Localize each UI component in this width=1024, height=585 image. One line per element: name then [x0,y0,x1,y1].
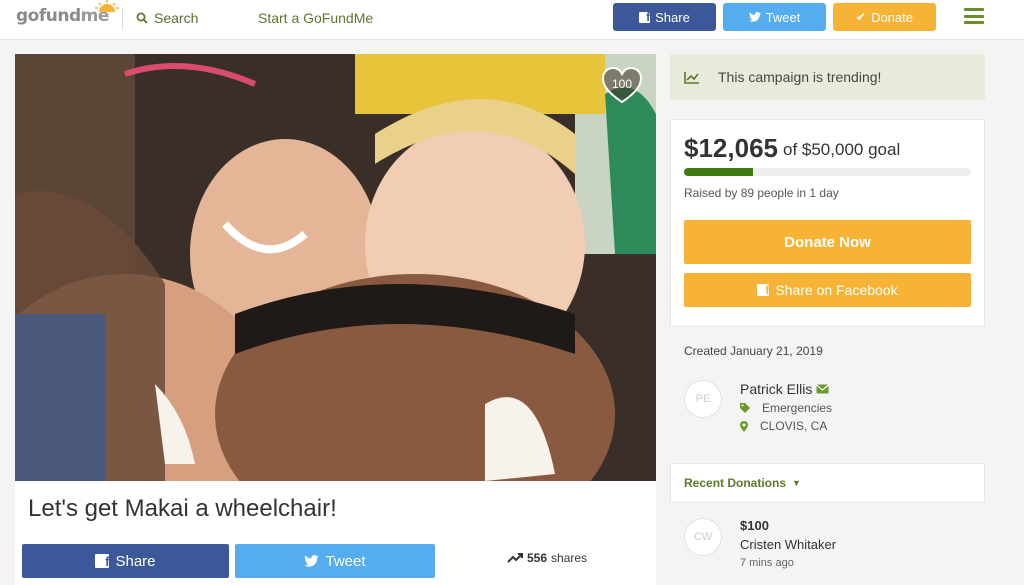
twitter-icon [304,555,320,567]
heart-count: 100 [611,77,633,91]
organizer-name[interactable]: Patrick Ellis [740,381,812,397]
share-on-facebook-button[interactable]: f Share on Facebook [684,273,971,307]
organizer-avatar: PE [684,380,722,418]
start-gofundme-link[interactable]: Start a GoFundMe [258,10,373,26]
search-link[interactable]: Search [136,10,198,26]
donor-avatar: CW [684,518,722,556]
donation-amount: $100 [740,518,769,533]
checkmark-icon: ✔ [856,10,867,24]
share-row: f Share Tweet 556 shares [15,535,656,585]
trend-chart-icon [684,71,699,84]
progress-bar-fill [684,168,754,176]
search-label: Search [154,10,199,26]
hamburger-menu-icon[interactable] [964,8,984,24]
shares-number: 556 [527,551,548,565]
caret-down-icon: ▼ [792,478,801,488]
header-tweet-label: Tweet [765,9,801,25]
header-tweet-button[interactable]: Tweet [723,3,826,31]
header-share-button[interactable]: f Share [613,3,716,31]
donate-now-button[interactable]: Donate Now [684,220,971,264]
trending-banner: This campaign is trending! [670,54,985,100]
gofundme-logo[interactable]: gofundme [16,0,119,26]
recent-donations-toggle[interactable]: Recent Donations ▼ [684,476,801,490]
facebook-icon: f [639,11,651,23]
share-label: Share [115,552,156,570]
organizer-category-row: Emergencies [740,401,832,415]
trending-text: This campaign is trending! [718,69,882,85]
organizer-location: CLOVIS, CA [760,419,828,433]
logo-sun-icon [95,0,119,12]
shares-label: shares [551,551,588,565]
tweet-label: Tweet [325,552,366,570]
goal-text: of $50,000 goal [783,140,901,159]
trending-up-icon [507,553,523,563]
raised-amount: $12,065 [684,133,778,163]
recent-donations-label: Recent Donations [684,476,787,490]
share-on-facebook-label: Share on Facebook [775,282,898,298]
campaign-photo [15,54,656,481]
header-share-label: Share [655,9,690,25]
twitter-icon [748,12,761,22]
organizer-location-row: CLOVIS, CA [740,419,827,433]
header-divider [122,8,123,30]
shares-count: 556 shares [507,551,587,565]
location-pin-icon [740,420,748,432]
facebook-icon: f [757,284,770,296]
header-donate-label: Donate [871,9,913,25]
recent-donations-header[interactable]: Recent Donations ▼ [670,463,985,503]
campaign-title-box: Let's get Makai a wheelchair! [15,481,656,535]
share-button[interactable]: f Share [22,544,229,578]
header-donate-button[interactable]: ✔ Donate [833,3,936,31]
envelope-icon[interactable] [816,384,830,394]
top-header: gofundme Search Start a GoFundMe f Share… [0,0,1024,40]
created-date: Created January 21, 2019 [684,344,823,358]
donation-card: $12,065 of $50,000 goal Raised by 89 peo… [670,119,985,327]
heart-counter[interactable]: 100 [601,66,643,104]
tweet-button[interactable]: Tweet [235,544,435,578]
campaign-title: Let's get Makai a wheelchair! [28,495,337,522]
search-icon [136,12,148,24]
tag-icon [740,403,750,413]
donor-name: Cristen Whitaker [740,537,837,552]
facebook-icon: f [95,554,110,568]
organizer-category[interactable]: Emergencies [762,401,832,415]
organizer-name-row: Patrick Ellis [740,381,830,397]
raised-by-text: Raised by 89 people in 1 day [684,186,839,200]
progress-bar [684,168,971,176]
donation-time: 7 mins ago [740,557,794,569]
